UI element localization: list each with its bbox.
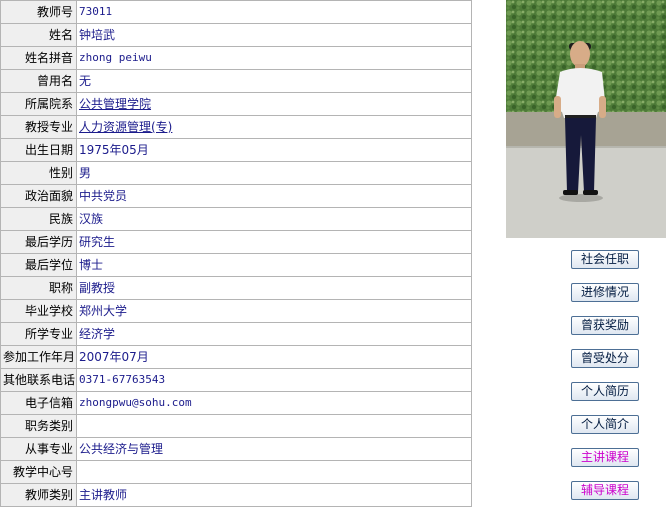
sidebar-button[interactable]: 社会任职 — [571, 250, 639, 269]
info-label: 教师类别 — [0, 483, 77, 507]
info-label: 出生日期 — [0, 138, 77, 162]
info-row: 最后学历 研究生 — [0, 230, 472, 254]
sidebar-button[interactable]: 曾获奖励 — [571, 316, 639, 335]
info-value: 中共党员 — [76, 184, 472, 208]
info-row: 最后学位 博士 — [0, 253, 472, 277]
info-row: 姓名拼音 zhong peiwu — [0, 46, 472, 70]
teacher-info-table: 教师号 73011 姓名 钟培武 姓名拼音 zhong peiwu 曾用名无所属院系 公共管理… — [0, 0, 472, 507]
teacher-photo — [506, 0, 666, 238]
info-value: 博士 — [76, 253, 472, 277]
info-value-link[interactable]: 公共管理学院 — [79, 97, 151, 111]
info-value: 0371-67763543 — [76, 368, 472, 392]
info-value: 无 — [76, 69, 472, 93]
info-label: 性别 — [0, 161, 77, 185]
info-value: 73011 — [76, 0, 472, 24]
sidebar-button[interactable]: 曾受处分 — [571, 349, 639, 368]
info-value — [76, 460, 472, 484]
info-label: 最后学历 — [0, 230, 77, 254]
info-label: 所学专业 — [0, 322, 77, 346]
teacher-info-body: 教师号 73011 姓名 钟培武 姓名拼音 zhong peiwu 曾用名无所属院系 公共管理… — [0, 0, 472, 507]
info-label: 职务类别 — [0, 414, 77, 438]
info-row: 其他联系电话 0371-67763543 — [0, 368, 472, 392]
info-row: 姓名 钟培武 — [0, 23, 472, 47]
info-value: 公共管理学院 — [76, 92, 472, 116]
info-value — [76, 414, 472, 438]
info-value: 经济学 — [76, 322, 472, 346]
info-label: 教学中心号 — [0, 460, 77, 484]
info-row: 参加工作年月 2007年07月 — [0, 345, 472, 369]
info-label: 参加工作年月 — [0, 345, 77, 369]
info-label: 姓名 — [0, 23, 77, 47]
info-value: 公共经济与管理 — [76, 437, 472, 461]
info-row: 职称 副教授 — [0, 276, 472, 300]
info-row: 出生日期 1975年05月 — [0, 138, 472, 162]
info-row: 电子信箱 zhongpwu@sohu.com — [0, 391, 472, 415]
info-label: 电子信箱 — [0, 391, 77, 415]
info-row: 政治面貌 中共党员 — [0, 184, 472, 208]
info-value: 郑州大学 — [76, 299, 472, 323]
info-label: 姓名拼音 — [0, 46, 77, 70]
teacher-photo-image — [506, 0, 666, 238]
info-value: zhong peiwu — [76, 46, 472, 70]
info-label: 教授专业 — [0, 115, 77, 139]
info-value: 主讲教师 — [76, 483, 472, 507]
info-row: 教师号 73011 — [0, 0, 472, 24]
sidebar-button[interactable]: 辅导课程 — [571, 481, 639, 500]
info-label: 曾用名 — [0, 69, 77, 93]
info-row: 所属院系 公共管理学院 — [0, 92, 472, 116]
info-label: 从事专业 — [0, 437, 77, 461]
info-row: 教师类别 主讲教师 — [0, 483, 472, 507]
info-row: 所学专业 经济学 — [0, 322, 472, 346]
info-row: 性别男 — [0, 161, 472, 185]
info-value: 人力资源管理(专) — [76, 115, 472, 139]
info-row: 职务类别 — [0, 414, 472, 438]
info-label: 教师号 — [0, 0, 77, 24]
info-row: 从事专业 公共经济与管理 — [0, 437, 472, 461]
info-value: 1975年05月 — [76, 138, 472, 162]
info-label: 所属院系 — [0, 92, 77, 116]
info-row: 民族 汉族 — [0, 207, 472, 231]
sidebar-button[interactable]: 个人简历 — [571, 382, 639, 401]
info-row: 毕业学校 郑州大学 — [0, 299, 472, 323]
info-value-link[interactable]: 人力资源管理(专) — [79, 120, 172, 134]
info-label: 政治面貌 — [0, 184, 77, 208]
info-row: 教授专业 人力资源管理(专) — [0, 115, 472, 139]
sidebar-button[interactable]: 个人简介 — [571, 415, 639, 434]
sidebar-button[interactable]: 进修情况 — [571, 283, 639, 302]
info-label: 其他联系电话 — [0, 368, 77, 392]
info-value: 副教授 — [76, 276, 472, 300]
info-row: 教学中心号 — [0, 460, 472, 484]
info-label: 民族 — [0, 207, 77, 231]
sidebar-button[interactable]: 主讲课程 — [571, 448, 639, 467]
info-value: 研究生 — [76, 230, 472, 254]
info-label: 毕业学校 — [0, 299, 77, 323]
info-value: 男 — [76, 161, 472, 185]
info-row: 曾用名无 — [0, 69, 472, 93]
info-value: 汉族 — [76, 207, 472, 231]
info-label: 最后学位 — [0, 253, 77, 277]
info-value: zhongpwu@sohu.com — [76, 391, 472, 415]
info-value: 钟培武 — [76, 23, 472, 47]
info-label: 职称 — [0, 276, 77, 300]
info-value: 2007年07月 — [76, 345, 472, 369]
